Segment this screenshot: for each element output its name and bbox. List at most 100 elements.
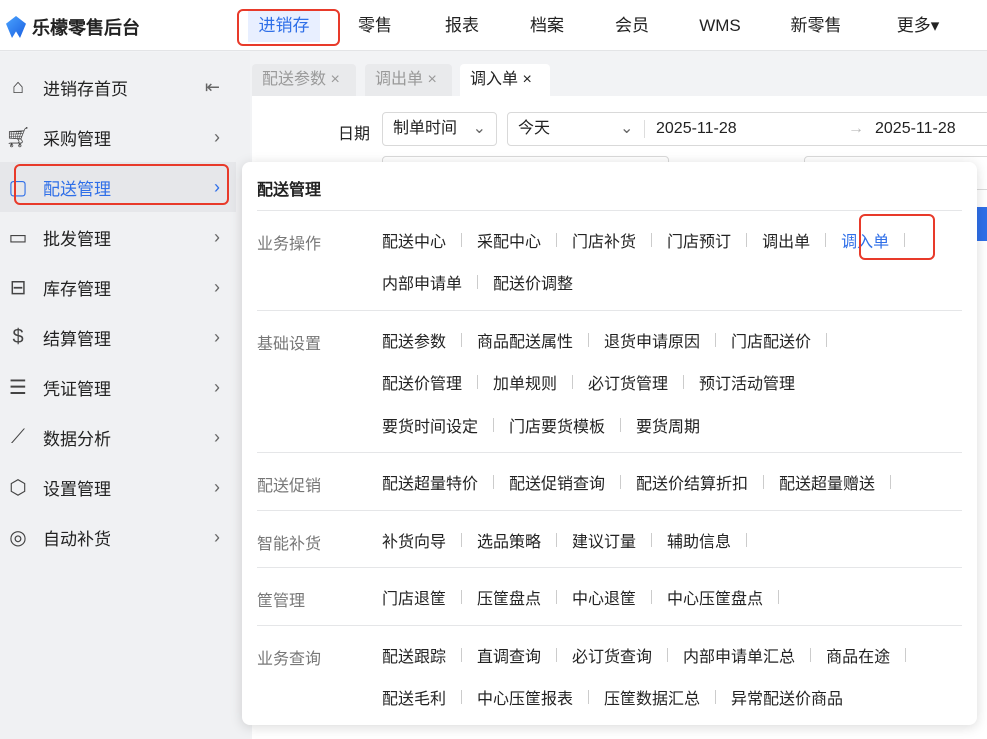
nav-retail[interactable]: 零售 [355,10,395,42]
sidebar-item-purchase[interactable]: 🛒︎ 采购管理 › [0,112,236,162]
document-icon: ☰ [9,376,27,399]
menu-row: 配送中心 采配中心 门店补货 门店预订 调出单 调入单 [382,228,920,252]
menu-item[interactable]: 直调查询 [477,643,541,667]
menu-item[interactable]: 必订货查询 [572,643,652,667]
menu-item[interactable]: 配送毛利 [382,685,446,709]
menu-item[interactable]: 配送价调整 [493,270,573,294]
sidebar-item-wholesale[interactable]: ▭ 批发管理 › [0,212,236,262]
app-logo[interactable]: 乐檬零售后台 [6,14,140,40]
collapse-icon[interactable]: ⇤ [205,77,220,98]
menu-item[interactable]: 门店配送价 [731,328,811,352]
menu-row: 门店退筐 压筐盘点 中心退筐 中心压筐盘点 [382,585,794,609]
sidebar-label: 设置管理 [43,479,111,499]
separator [651,533,653,547]
menu-item[interactable]: 配送中心 [382,228,446,252]
nav-archives[interactable]: 档案 [527,10,567,42]
menu-item[interactable]: 门店预订 [667,228,731,252]
sidebar-label: 采购管理 [43,129,111,149]
menu-item[interactable]: 必订货管理 [588,370,668,394]
sidebar-label: 结算管理 [43,329,111,349]
menu-item[interactable]: 辅助信息 [667,528,731,552]
separator [825,233,827,247]
end-date[interactable]: 2025-11-28 [875,113,956,145]
menu-item[interactable]: 门店补货 [572,228,636,252]
group-label-delivery-promo: 配送促销 [257,478,322,495]
separator [461,233,463,247]
refill-icon: ◎ [9,526,27,549]
menu-item[interactable]: 配送促销查询 [509,470,605,494]
divider [257,452,962,453]
menu-item[interactable]: 配送跟踪 [382,643,446,667]
app-title: 乐檬零售后台 [32,18,140,38]
tab-delivery-params[interactable]: 配送参数 × [252,64,356,96]
menu-item[interactable]: 压筐盘点 [477,585,541,609]
menu-item[interactable]: 配送超量特价 [382,470,478,494]
menu-item[interactable]: 选品策略 [477,528,541,552]
menu-item[interactable]: 要货时间设定 [382,413,478,437]
menu-item[interactable]: 退货申请原因 [604,328,700,352]
sidebar-item-stock[interactable]: ⊟ 库存管理 › [0,262,236,312]
menu-item[interactable]: 要货周期 [636,413,700,437]
separator [588,690,590,704]
separator [588,333,590,347]
menu-item[interactable]: 调出单 [762,228,810,252]
sidebar-item-voucher[interactable]: ☰ 凭证管理 › [0,362,236,412]
menu-item[interactable]: 内部申请单汇总 [683,643,795,667]
menu-item[interactable]: 商品在途 [826,643,890,667]
separator [461,690,463,704]
tab-transfer-in[interactable]: 调入单 × [460,64,550,96]
top-bar: 乐檬零售后台 进销存 零售 报表 档案 会员 WMS 新零售 更多▾ [0,0,987,51]
nav-wms[interactable]: WMS [695,10,745,42]
menu-item[interactable]: 建议订量 [572,528,636,552]
nav-members[interactable]: 会员 [612,10,652,42]
menu-item[interactable]: 异常配送价商品 [731,685,843,709]
menu-row: 要货时间设定 门店要货模板 要货周期 [382,413,700,437]
chevron-right-icon: › [214,376,220,397]
menu-item[interactable]: 采配中心 [477,228,541,252]
menu-item[interactable]: 门店退筐 [382,585,446,609]
close-icon[interactable]: × [522,71,531,88]
nav-more[interactable]: 更多▾ [890,10,946,42]
sidebar-item-settlement[interactable]: $ 结算管理 › [0,312,236,362]
sidebar-item-settings[interactable]: ⬡ 设置管理 › [0,462,236,512]
menu-item[interactable]: 配送超量赠送 [779,470,875,494]
group-label-smart-refill: 智能补货 [257,536,322,553]
menu-item[interactable]: 配送价管理 [382,370,462,394]
menu-item[interactable]: 门店要货模板 [509,413,605,437]
sidebar-item-auto-refill[interactable]: ◎ 自动补货 › [0,512,236,562]
sidebar-label: 批发管理 [43,229,111,249]
menu-item[interactable]: 中心压筐报表 [477,685,573,709]
divider [257,310,962,311]
menu-item[interactable]: 内部申请单 [382,270,462,294]
range-value: 今天 [518,120,551,137]
sidebar-label: 库存管理 [43,279,111,299]
menu-item[interactable]: 配送价结算折扣 [636,470,748,494]
menu-item[interactable]: 加单规则 [493,370,557,394]
tab-label: 配送参数 [262,71,327,88]
menu-item[interactable]: 中心退筐 [572,585,636,609]
date-range-field[interactable]: 今天 ⌄ 2025-11-28 → 2025-11-28 [507,112,987,146]
sidebar-item-analytics[interactable]: ⟋ 数据分析 › [0,412,236,462]
menu-item[interactable]: 中心压筐盘点 [667,585,763,609]
date-type-select[interactable]: 制单时间 ⌄ [382,112,497,146]
sidebar-item-home[interactable]: ⌂ 进销存首页 ⇤ [0,62,236,112]
chevron-right-icon: › [214,276,220,297]
menu-item[interactable]: 商品配送属性 [477,328,573,352]
start-date[interactable]: 2025-11-28 [656,113,737,145]
chevron-down-icon: ⌄ [472,120,486,137]
separator [493,418,495,432]
menu-item[interactable]: 补货向导 [382,528,446,552]
nav-reports[interactable]: 报表 [442,10,482,42]
menu-item[interactable]: 压筐数据汇总 [604,685,700,709]
menu-item[interactable]: 配送参数 [382,328,446,352]
close-icon[interactable]: × [427,71,436,88]
sidebar-label: 进销存首页 [43,79,128,99]
nav-new-retail[interactable]: 新零售 [788,10,844,42]
query-button[interactable] [977,207,987,241]
menu-item[interactable]: 预订活动管理 [699,370,795,394]
close-icon[interactable]: × [330,71,339,88]
group-label-business-query: 业务查询 [257,651,322,668]
tab-transfer-out[interactable]: 调出单 × [365,64,452,96]
separator [763,475,765,489]
box-icon: ⊟ [9,276,27,299]
